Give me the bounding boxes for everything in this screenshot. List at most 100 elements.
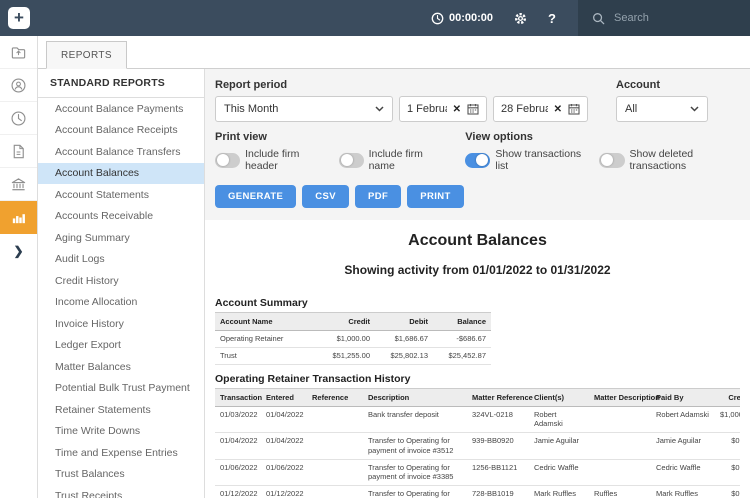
- table-row: 01/04/2022 01/04/2022 Transfer to Operatin…: [215, 432, 740, 460]
- sidebar-item-trust-receipts[interactable]: Trust Receipts: [38, 485, 204, 498]
- matters-icon[interactable]: [0, 36, 37, 69]
- report-period-label: Report period: [215, 79, 288, 91]
- sidebar-item-aging-summary[interactable]: Aging Summary: [38, 227, 204, 249]
- topbar-actions: 00:00:00 ?: [431, 11, 556, 26]
- clock-icon: [431, 12, 444, 25]
- cell: [589, 459, 651, 486]
- sidebar-item-account-balance-transfers[interactable]: Account Balance Transfers: [38, 141, 204, 163]
- add-new-button[interactable]: +: [8, 7, 30, 29]
- search-placeholder: Search: [614, 12, 649, 24]
- sidebar-item-time-and-expense-entries[interactable]: Time and Expense Entries: [38, 442, 204, 464]
- cell: 01/03/2022: [215, 406, 261, 433]
- app-window: + 00:00:00 ? Search ❯ REPORTS STANDARD R…: [0, 0, 750, 498]
- calendar-icon[interactable]: [467, 103, 479, 115]
- summary-heading: Account Summary: [215, 297, 308, 309]
- generate-button[interactable]: GENERATE: [215, 185, 297, 208]
- cell: Jamie Aguilar: [529, 432, 589, 460]
- account-select[interactable]: All: [616, 96, 708, 122]
- contacts-icon[interactable]: [0, 69, 37, 102]
- tab-reports[interactable]: REPORTS: [46, 41, 127, 69]
- toggle-show-deleted-transactions[interactable]: Show deleted transactions: [599, 148, 740, 172]
- top-bar: + 00:00:00 ? Search: [0, 0, 750, 36]
- sidebar-item-potential-bulk-trust-payment[interactable]: Potential Bulk Trust Payment: [38, 378, 204, 400]
- csv-button[interactable]: CSV: [302, 185, 350, 208]
- table-row: 01/12/2022 01/12/2022 Transfer to Operatin…: [215, 485, 740, 498]
- toggle-switch[interactable]: [215, 152, 241, 168]
- toggle-label: Include firm name: [368, 148, 423, 172]
- sidebar-item-retainer-statements[interactable]: Retainer Statements: [38, 399, 204, 421]
- cell: Ruffles: [589, 485, 651, 498]
- toggle-switch[interactable]: [599, 152, 625, 168]
- transactions-table: Transaction Entered Reference Description Ma…: [215, 387, 740, 498]
- cell: -$686.67: [433, 330, 491, 348]
- time-icon[interactable]: [0, 102, 37, 135]
- action-buttons: GENERATE CSV PDF PRINT: [215, 185, 740, 208]
- cell: 728-BB1019: [467, 485, 529, 498]
- toggle-switch[interactable]: [338, 152, 364, 168]
- toggle-switch[interactable]: [465, 152, 491, 168]
- clear-date-icon[interactable]: ✕: [453, 104, 461, 115]
- tab-bar: REPORTS: [38, 36, 750, 69]
- bank-icon[interactable]: [0, 168, 37, 201]
- cell: Transfer to Operating for payment of inv…: [363, 459, 467, 486]
- cell: [307, 406, 363, 433]
- cell: Trust: [215, 347, 317, 365]
- search-input[interactable]: Search: [578, 0, 750, 36]
- toggle-knob: [476, 154, 489, 166]
- cell: Cedric Waffle: [529, 459, 589, 486]
- expand-sidebar-chevron-icon[interactable]: ❯: [0, 234, 37, 267]
- sidebar-item-account-balance-receipts[interactable]: Account Balance Receipts: [38, 120, 204, 142]
- cell: $1,686.67: [375, 330, 433, 348]
- toggle-label: Show transactions list: [495, 148, 582, 172]
- sidebar-item-invoice-history[interactable]: Invoice History: [38, 313, 204, 335]
- sidebar-item-time-write-downs[interactable]: Time Write Downs: [38, 421, 204, 443]
- chevron-down-icon: [375, 106, 384, 112]
- toggle-include-firm-header[interactable]: Include firm header: [215, 148, 326, 172]
- print-view-toggles: Include firm header Include firm name: [215, 148, 443, 172]
- help-icon[interactable]: ?: [548, 11, 556, 26]
- header-row: Account Name Credit Debit Balance: [215, 312, 491, 331]
- column-header: Paid By: [651, 387, 715, 407]
- column-header: Matter Description: [589, 387, 660, 407]
- column-header: Client(s): [529, 387, 589, 407]
- sidebar-item-ledger-export[interactable]: Ledger Export: [38, 335, 204, 357]
- pdf-button[interactable]: PDF: [355, 185, 402, 208]
- reports-icon[interactable]: [0, 201, 37, 234]
- sidebar-item-account-balances[interactable]: Account Balances: [38, 162, 204, 184]
- cell: [307, 459, 363, 486]
- sidebar-item-matter-balances[interactable]: Matter Balances: [38, 356, 204, 378]
- sidebar-item-trust-balances[interactable]: Trust Balances: [38, 464, 204, 486]
- cell: 01/12/2022: [261, 485, 307, 498]
- cell: 01/04/2022: [215, 432, 261, 460]
- sidebar-item-account-balance-payments[interactable]: Account Balance Payments: [38, 98, 204, 120]
- clear-date-icon[interactable]: ✕: [554, 104, 562, 115]
- date-from-input[interactable]: 1 February 2 ✕: [399, 96, 487, 122]
- sidebar-item-credit-history[interactable]: Credit History: [38, 270, 204, 292]
- report-title: Account Balances: [408, 232, 547, 249]
- cell: Jamie Aguilar: [651, 432, 715, 460]
- cell: Operating Retainer: [215, 330, 317, 348]
- transactions-table-viewport: Transaction Entered Reference Description Ma…: [215, 387, 740, 498]
- sidebar-item-account-statements[interactable]: Account Statements: [38, 184, 204, 206]
- settings-gear-icon[interactable]: [513, 11, 528, 26]
- timer-widget[interactable]: 00:00:00: [431, 12, 493, 25]
- calendar-icon[interactable]: [568, 103, 580, 115]
- cell: $0.00: [715, 485, 740, 498]
- cell: Mark Ruffles: [651, 485, 715, 498]
- toggle-knob: [217, 154, 229, 166]
- sidebar-item-accounts-receivable[interactable]: Accounts Receivable: [38, 206, 204, 228]
- cell: Cedric Waffle: [651, 459, 715, 486]
- sidebar-item-income-allocation[interactable]: Income Allocation: [38, 292, 204, 314]
- cell: [589, 432, 651, 460]
- cell: 1256-BB1121: [467, 459, 529, 486]
- date-to-input[interactable]: 28 February ✕: [493, 96, 588, 122]
- cell: $1,000.00: [715, 406, 740, 433]
- invoices-icon[interactable]: [0, 135, 37, 168]
- column-header: Credit: [317, 312, 375, 331]
- sidebar-item-audit-logs[interactable]: Audit Logs: [38, 249, 204, 271]
- print-button[interactable]: PRINT: [407, 185, 464, 208]
- toggle-show-transactions-list[interactable]: Show transactions list: [465, 148, 586, 172]
- report-subtitle: Showing activity from 01/01/2022 to 01/3…: [344, 263, 611, 277]
- toggle-include-firm-name[interactable]: Include firm name: [338, 148, 444, 172]
- report-period-select[interactable]: This Month: [215, 96, 393, 122]
